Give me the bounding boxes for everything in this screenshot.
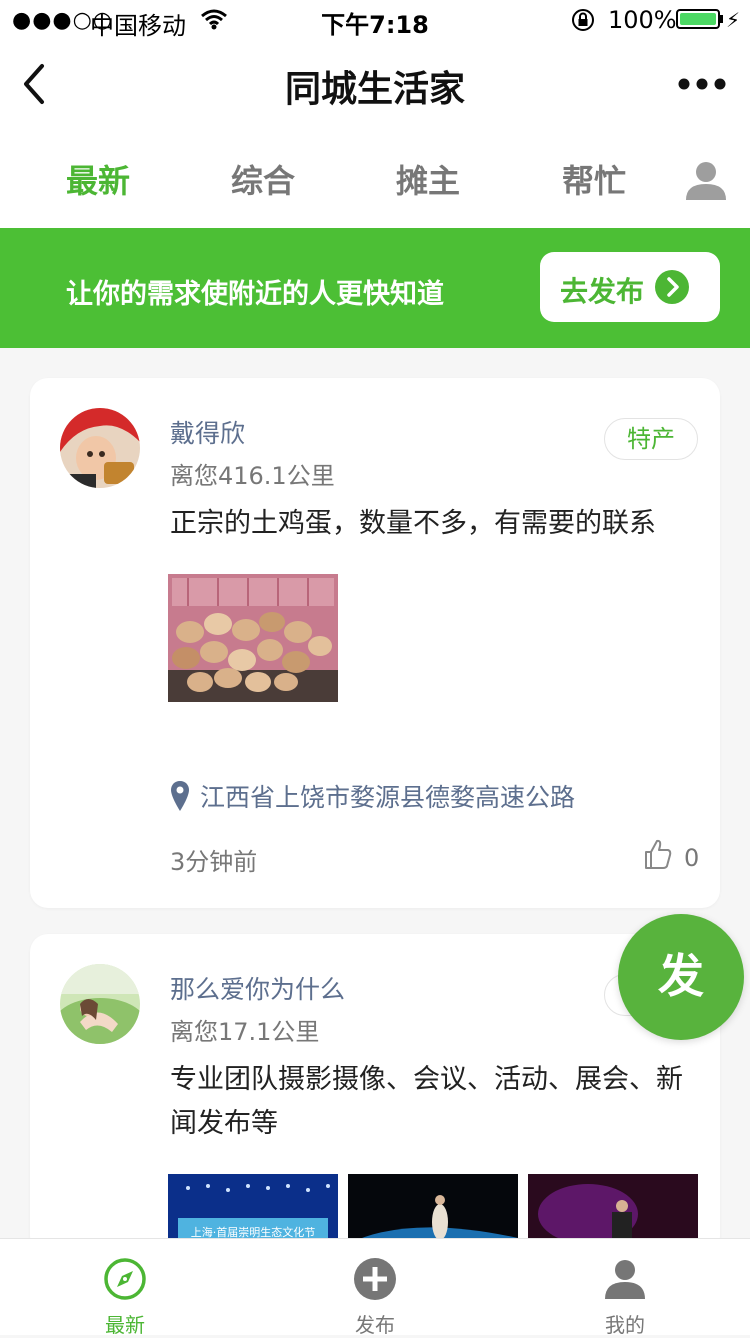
person-icon	[605, 1260, 645, 1299]
post-card[interactable]: 那么爱你为什么 离您17.1公里 服 专业团队摄影摄像、会议、活动、展会、新闻发…	[30, 934, 720, 1254]
orientation-lock-icon	[572, 9, 594, 31]
user-name[interactable]: 那么爱你为什么	[170, 970, 345, 1006]
like-count: 0	[684, 844, 700, 872]
compass-icon	[104, 1258, 146, 1300]
tab-help[interactable]: 帮忙	[534, 156, 654, 202]
status-bar: ●●●○○ 中国移动 下午7:18 100% ⚡	[0, 0, 750, 40]
charging-icon: ⚡	[726, 8, 741, 32]
go-publish-label: 去发布	[560, 275, 645, 308]
category-tag[interactable]: 特产	[604, 418, 698, 460]
floating-publish-label: 发	[658, 949, 704, 1003]
image-caption: 上海·首届崇明生态文化节	[191, 1225, 316, 1239]
tab-general[interactable]: 综合	[203, 156, 323, 202]
battery-icon	[676, 9, 720, 29]
post-content: 正宗的土鸡蛋，数量不多，有需要的联系	[170, 508, 656, 539]
distance: 离您416.1公里	[170, 462, 335, 490]
banner-text: 让你的需求使附近的人更快知道	[66, 279, 444, 310]
tab-latest[interactable]: 最新	[38, 156, 158, 202]
plus-circle-icon	[354, 1258, 396, 1300]
post-card[interactable]: 戴得欣 离您416.1公里 特产 正宗的土鸡蛋，数量不多，有需要的联系 江西省上…	[30, 378, 720, 908]
battery-percent: 100%	[608, 6, 677, 34]
tab-vendors[interactable]: 摊主	[368, 156, 488, 202]
bottom-tab-bar: 最新 发布 我的	[0, 1238, 750, 1337]
page-title: 同城生活家	[284, 69, 465, 110]
post-content: 专业团队摄影摄像、会议、活动、展会、新闻发布等	[170, 1064, 683, 1139]
post-image[interactable]	[168, 574, 338, 702]
go-publish-button[interactable]: 去发布	[540, 252, 720, 322]
distance: 离您17.1公里	[170, 1018, 320, 1046]
location-pin-icon	[171, 781, 189, 811]
tabbar-item-publish[interactable]: 发布	[250, 1239, 500, 1337]
category-tabs: 最新 综合 摊主 帮忙	[0, 128, 750, 228]
post-time: 3分钟前	[170, 848, 258, 876]
nav-bar: 同城生活家	[0, 40, 750, 128]
tabbar-item-latest[interactable]: 最新	[0, 1239, 250, 1337]
avatar[interactable]	[60, 964, 140, 1044]
location-text: 江西省上饶市婺源县德婺高速公路	[200, 783, 576, 812]
user-name[interactable]: 戴得欣	[170, 414, 245, 450]
arrow-right-icon	[655, 270, 689, 304]
tabbar-item-mine[interactable]: 我的	[500, 1239, 750, 1337]
more-icon[interactable]	[672, 70, 732, 98]
avatar[interactable]	[60, 408, 140, 488]
thumbs-up-icon[interactable]	[644, 838, 672, 870]
publish-banner: 让你的需求使附近的人更快知道 去发布	[0, 228, 750, 348]
floating-publish-button[interactable]: 发	[618, 914, 744, 1040]
user-icon[interactable]	[684, 158, 728, 202]
